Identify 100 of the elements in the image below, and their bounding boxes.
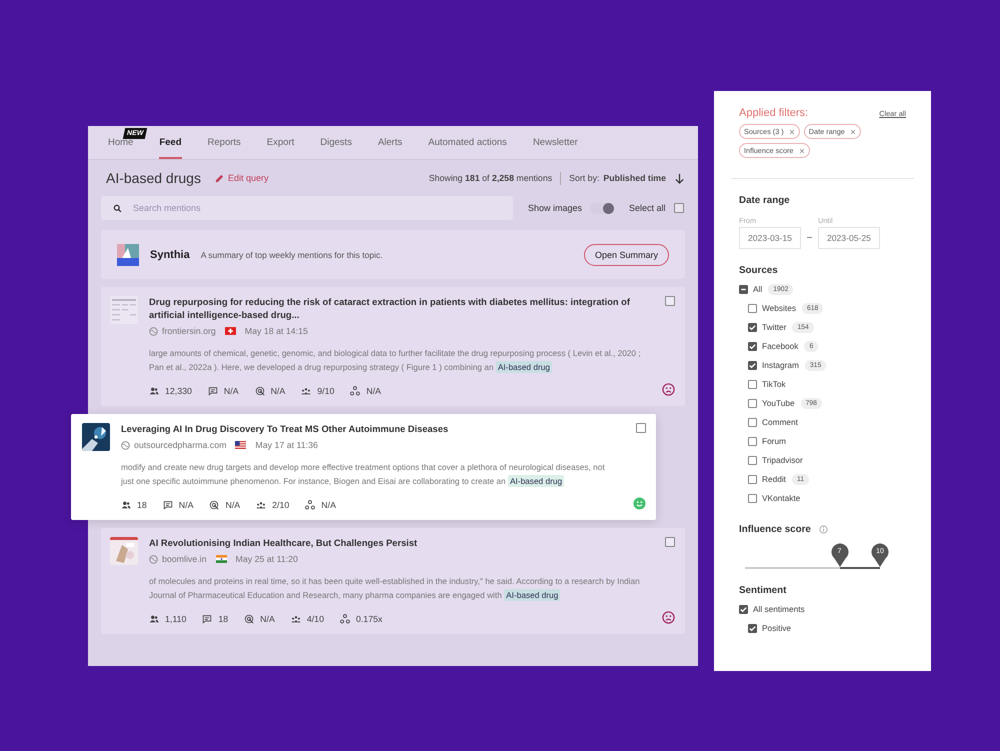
mention-title[interactable]: Drug repurposing for reducing the risk of cataract extraction in patients with diabetes mellitus: integration of artificial intelligence-based drug... (149, 296, 659, 322)
stat-value: 4/10 (306, 614, 324, 624)
nav-tab[interactable]: Reports (208, 126, 254, 159)
sort-dropdown[interactable]: Published time (599, 173, 666, 183)
section-title: Date range (739, 195, 791, 206)
sad-face-icon[interactable] (662, 611, 675, 624)
checkbox[interactable] (748, 322, 757, 332)
close-icon[interactable] (850, 128, 856, 134)
checkbox[interactable] (748, 474, 757, 484)
share-nodes-icon (305, 500, 316, 510)
pencil-icon (214, 174, 224, 182)
snippet-text: modify and create new drug targets and develop more effective treatment options that cover a plethora of neurological diseases, not just one specific autoimmune phenomenon. For instance, Biogen and Eisai are collaborating to create an AI-based drug (121, 461, 606, 488)
checkbox[interactable] (665, 537, 675, 547)
mention-title[interactable]: Leveraging AI In Drug Discovery To Treat MS Other Autoimmune Diseases (121, 423, 630, 436)
source-label: Forum (762, 436, 786, 446)
people-icon (121, 500, 131, 510)
checkbox[interactable] (748, 398, 757, 408)
summary-description: A summary of top weekly mentions for this topic. (200, 250, 383, 260)
checkbox[interactable] (748, 436, 757, 446)
select-all-label: Select all (629, 203, 666, 213)
share-nodes-icon (340, 614, 350, 624)
nav-tab[interactable]: Alerts (378, 126, 416, 159)
mention-title[interactable]: AI Revolutionising Indian Healthcare, But Challenges Persist (149, 537, 659, 550)
info-icon[interactable] (818, 525, 828, 534)
checkbox[interactable] (739, 604, 748, 614)
publish-date: May 17 at 11:36 (255, 440, 318, 450)
stat-value: 1,110 (165, 614, 186, 624)
sort-label: Sort by: (569, 173, 600, 183)
stat-value: N/A (321, 500, 336, 510)
show-images-label: Show images (528, 203, 582, 213)
source-label: Reddit (762, 474, 786, 484)
group-icon (301, 386, 312, 396)
smiley-face-icon[interactable] (633, 497, 646, 510)
source-domain[interactable]: boomlive.in (162, 554, 206, 564)
checkbox[interactable] (748, 342, 757, 350)
group-icon (290, 614, 301, 624)
stat-value: N/A (366, 386, 382, 396)
nav-tab[interactable]: Feed (159, 126, 182, 159)
source-label: Websites (762, 303, 796, 313)
nav-tab[interactable]: Digests (320, 126, 365, 159)
sentiment-label: All sentiments (753, 604, 805, 614)
sort-arrow-icon[interactable] (674, 172, 685, 184)
source-label: Instagram (762, 360, 799, 370)
target-icon (254, 386, 265, 396)
people-icon (149, 614, 159, 624)
section-title: Sentiment (739, 585, 788, 596)
globe-icon (149, 326, 158, 336)
toggle-switch[interactable] (590, 202, 614, 214)
search-icon (113, 204, 122, 212)
stat-value: N/A (260, 614, 275, 624)
close-icon[interactable] (798, 148, 804, 154)
checkbox[interactable] (739, 284, 748, 294)
topic-title: AI-based drugs (106, 170, 201, 186)
nav-tab[interactable]: Newsletter (532, 126, 591, 159)
target-icon (244, 614, 254, 624)
stat-value: N/A (224, 386, 239, 396)
checkbox[interactable] (636, 423, 646, 433)
sad-face-icon[interactable] (662, 383, 675, 396)
nav-tab[interactable]: Export (266, 126, 308, 159)
share-nodes-icon (350, 386, 360, 396)
checkbox[interactable] (748, 456, 757, 464)
source-label: Facebook (762, 341, 798, 351)
logo-icon (117, 244, 139, 266)
snippet-text: large amounts of chemical, genetic, genomic, and biological data to further facilitate the drug repurposing process ( Levin et al., 2020 ; Pan et al., 2022a ). Here, we developed a drug repurposing strategy ( Figure 1 ) combining an AI-based drug (149, 347, 642, 374)
sentiment-label: Positive (762, 623, 792, 633)
snippet-text: of molecules and proteins in real time, so it has been quite well-established in the industry," he said. According to a research by Indian Journal of Pharmaceutical Education and Research, many pharma companies are engaged with AI-based drug (149, 575, 641, 602)
source-label: All (753, 284, 762, 294)
checkbox[interactable] (748, 360, 757, 370)
checkbox[interactable] (674, 203, 684, 213)
publish-date: May 25 at 11:20 (236, 554, 298, 564)
stat-value: 0.175x (356, 614, 382, 624)
checkbox[interactable] (748, 418, 757, 426)
source-label: TikTok (762, 379, 786, 389)
checkbox[interactable] (665, 296, 675, 306)
edit-query-link[interactable]: Edit query (214, 173, 268, 183)
comment-icon (162, 500, 173, 510)
date-field[interactable]: 2023-05-25 (818, 227, 880, 249)
search-field[interactable]: Search mentions (101, 196, 513, 220)
stat-value: 9/10 (317, 386, 334, 396)
close-icon[interactable] (788, 128, 795, 134)
source-domain[interactable]: outsourcedpharma.com (134, 440, 226, 450)
comment-icon (202, 614, 212, 624)
target-icon (209, 500, 220, 510)
comment-icon (208, 386, 218, 396)
date-field[interactable]: 2023-03-15 (739, 227, 801, 249)
stat-value: N/A (225, 500, 240, 510)
checkbox[interactable] (748, 494, 757, 502)
open-summary-button[interactable]: Open Summary (584, 244, 669, 266)
stat-value: 2/10 (272, 500, 290, 510)
checkbox[interactable] (748, 304, 757, 312)
stat-value: N/A (178, 500, 194, 510)
publish-date: May 18 at 14:15 (244, 326, 308, 336)
nav-tab[interactable]: Automated actions (428, 126, 520, 159)
source-label: VKontakte (762, 493, 800, 503)
checkbox[interactable] (748, 624, 757, 632)
source-label: YouTube (762, 398, 795, 408)
checkbox[interactable] (748, 380, 757, 388)
source-label: Twitter (762, 322, 786, 332)
source-label: Tripadvisor (762, 455, 803, 465)
section-title: Sources (739, 265, 779, 276)
